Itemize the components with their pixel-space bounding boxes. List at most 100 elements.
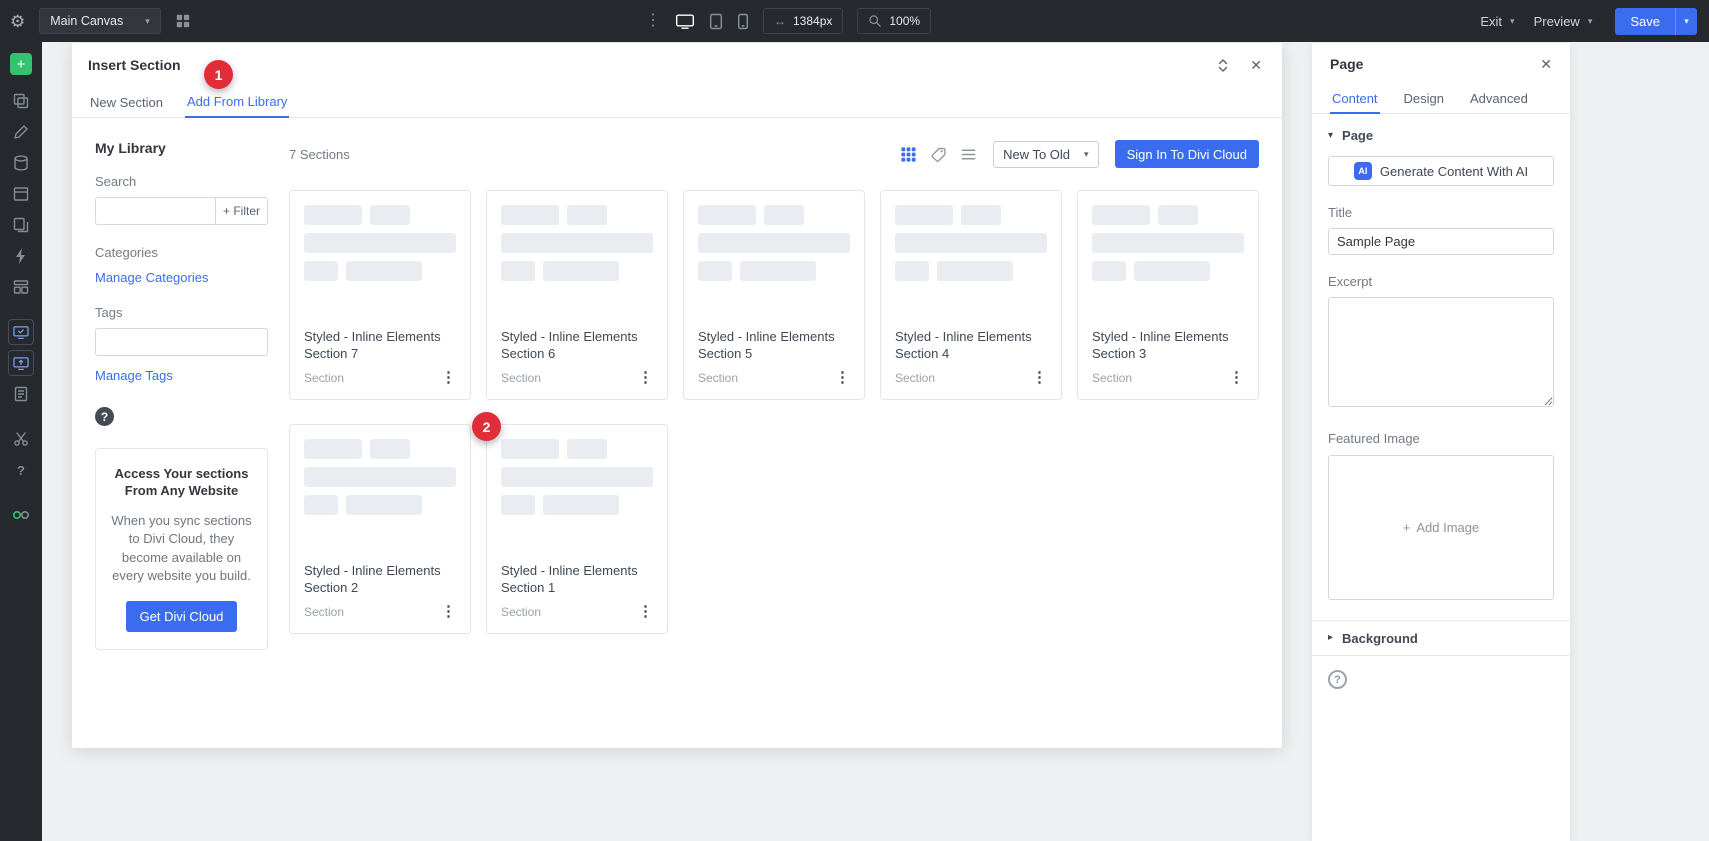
save-dropdown-chevron-icon[interactable]: ▾: [1675, 7, 1697, 35]
ai-icon: AI: [1353, 162, 1372, 180]
lightning-icon[interactable]: [8, 243, 34, 269]
close-icon[interactable]: ✕: [1540, 57, 1552, 71]
tab-design[interactable]: Design: [1402, 84, 1446, 113]
skeleton-block: [501, 495, 535, 515]
skeleton-block: [1158, 205, 1198, 225]
canvas-select-value: Main Canvas: [50, 14, 124, 28]
card-options-menu-icon[interactable]: ⋮: [638, 370, 653, 385]
add-image-label: Add Image: [1416, 520, 1480, 535]
builder-settings-gear-icon[interactable]: ⚙: [10, 13, 25, 30]
sort-dropdown[interactable]: New To Old ▾: [993, 140, 1099, 168]
tab-add-from-library[interactable]: Add From Library: [184, 87, 290, 118]
layout-grid-icon[interactable]: [175, 13, 191, 29]
card-options-menu-icon[interactable]: ⋮: [1229, 370, 1244, 385]
desktop-upload-icon[interactable]: [8, 350, 34, 376]
canvas-width-control[interactable]: ↔ 1384px: [763, 8, 844, 34]
desktop-view-icon[interactable]: [675, 13, 695, 30]
section-card-title: Styled - Inline Elements Section 2: [304, 563, 441, 596]
layout-module-icon[interactable]: [8, 181, 34, 207]
wireframe-view-icon[interactable]: [8, 274, 34, 300]
manage-tags-link[interactable]: Manage Tags: [95, 368, 268, 383]
library-section-card[interactable]: Styled - Inline Elements Section 1 Secti…: [486, 424, 668, 634]
phone-view-icon[interactable]: [737, 13, 749, 30]
exit-button[interactable]: Exit: [1480, 14, 1502, 29]
tablet-view-icon[interactable]: [709, 13, 723, 30]
toolbar-center-group: ⋮ ↔ 1384px 100%: [645, 0, 932, 42]
excerpt-textarea[interactable]: [1328, 297, 1554, 407]
tags-input[interactable]: [95, 328, 268, 356]
desktop-check-icon[interactable]: [8, 319, 34, 345]
card-options-menu-icon[interactable]: ⋮: [1032, 370, 1047, 385]
skeleton-block: [501, 439, 559, 459]
caret-down-icon: ▾: [1328, 129, 1334, 141]
design-pencil-icon[interactable]: [8, 119, 34, 145]
skeleton-block: [567, 439, 607, 459]
skeleton-block: [370, 439, 410, 459]
database-icon[interactable]: [8, 150, 34, 176]
skeleton-block: [764, 205, 804, 225]
tab-advanced[interactable]: Advanced: [1468, 84, 1530, 113]
card-options-menu-icon[interactable]: ⋮: [441, 370, 456, 385]
page-section-toggle[interactable]: ▾ Page: [1328, 128, 1554, 143]
preview-toggle-icon[interactable]: [8, 502, 34, 528]
library-section-card[interactable]: Styled - Inline Elements Section 7 Secti…: [289, 190, 471, 400]
library-help-icon[interactable]: ?: [95, 407, 114, 426]
settings-help-icon[interactable]: ?: [1328, 670, 1347, 689]
save-button[interactable]: Save: [1615, 7, 1675, 35]
page-title-input[interactable]: [1328, 228, 1554, 255]
search-row: + Filter: [95, 197, 268, 225]
library-section-card[interactable]: Styled - Inline Elements Section 2 Secti…: [289, 424, 471, 634]
featured-image-label: Featured Image: [1328, 431, 1420, 446]
portability-scissors-icon[interactable]: [8, 426, 34, 452]
skeleton-block: [304, 439, 362, 459]
add-button[interactable]: +: [10, 53, 32, 75]
search-label: Search: [95, 174, 137, 189]
list-view-icon[interactable]: [960, 146, 977, 163]
close-icon[interactable]: ✕: [1250, 58, 1262, 72]
duplicate-pages-icon[interactable]: [8, 212, 34, 238]
skeleton-block: [698, 261, 732, 281]
canvas-select[interactable]: Main Canvas ▾: [39, 8, 161, 34]
settings-header: Page ✕: [1312, 43, 1570, 84]
section-card-title: Styled - Inline Elements Section 1: [501, 563, 638, 596]
get-divi-cloud-button[interactable]: Get Divi Cloud: [125, 600, 238, 632]
zoom-magnifier-icon: [868, 14, 882, 28]
help-icon[interactable]: ?: [8, 457, 34, 483]
tag-view-icon[interactable]: [930, 146, 947, 163]
library-section-card[interactable]: Styled - Inline Elements Section 6 Secti…: [486, 190, 668, 400]
search-input[interactable]: [96, 198, 215, 224]
settings-title: Page: [1330, 55, 1364, 72]
zoom-control[interactable]: 100%: [857, 8, 932, 34]
tab-new-section[interactable]: New Section: [88, 87, 165, 117]
card-options-menu-icon[interactable]: ⋮: [441, 604, 456, 619]
sign-in-divi-cloud-button[interactable]: Sign In To Divi Cloud: [1114, 140, 1259, 168]
zoom-value: 100%: [889, 14, 921, 28]
preview-dropdown-chevron-icon[interactable]: ▾: [1588, 16, 1593, 26]
left-icon-sidebar: + ?: [0, 42, 42, 841]
exit-group: Exit ▾: [1480, 14, 1514, 29]
tab-content[interactable]: Content: [1330, 84, 1380, 114]
generate-content-ai-button[interactable]: AI Generate Content With AI: [1328, 156, 1554, 186]
pages-stack-icon[interactable]: [8, 381, 34, 407]
more-options-icon[interactable]: ⋮: [645, 13, 661, 29]
plus-icon: +: [1402, 520, 1411, 535]
library-section-card[interactable]: Styled - Inline Elements Section 5 Secti…: [683, 190, 865, 400]
ai-button-label: Generate Content With AI: [1379, 163, 1529, 179]
library-section-card[interactable]: Styled - Inline Elements Section 3 Secti…: [1077, 190, 1259, 400]
grid-view-icon[interactable]: [900, 146, 917, 163]
card-options-menu-icon[interactable]: ⋮: [638, 604, 653, 619]
filter-button[interactable]: + Filter: [214, 198, 267, 224]
background-section-toggle[interactable]: ▸ Background: [1312, 620, 1570, 656]
manage-categories-link[interactable]: Manage Categories: [95, 270, 268, 285]
library-section-card[interactable]: Styled - Inline Elements Section 4 Secti…: [880, 190, 1062, 400]
card-options-menu-icon[interactable]: ⋮: [835, 370, 850, 385]
skeleton-block: [543, 495, 619, 515]
dock-modal-icon[interactable]: [1216, 58, 1230, 73]
add-image-dropzone[interactable]: + Add Image: [1328, 455, 1554, 600]
sections-count: 7 Sections: [289, 146, 350, 162]
preview-button[interactable]: Preview: [1534, 14, 1580, 29]
section-card-type: Section: [304, 604, 345, 619]
layers-icon[interactable]: [8, 88, 34, 114]
divi-cloud-promo: Access Your sections From Any Website Wh…: [95, 448, 268, 650]
exit-dropdown-chevron-icon[interactable]: ▾: [1510, 16, 1515, 26]
